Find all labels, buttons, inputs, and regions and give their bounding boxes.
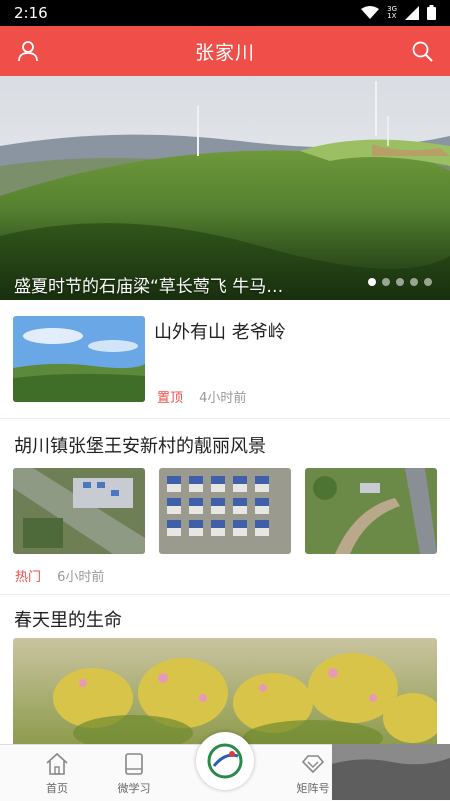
tab-home[interactable]: 首页 bbox=[22, 751, 92, 796]
network-label: 3G 1X bbox=[387, 4, 397, 20]
article-title[interactable]: 胡川镇张堡王安新村的靓丽风景 bbox=[14, 432, 266, 458]
status-bar: 2:16 3G 1X bbox=[0, 0, 450, 26]
article-time: 6小时前 bbox=[57, 570, 105, 585]
carousel-dot bbox=[424, 278, 432, 286]
article-title[interactable]: 春天里的生命 bbox=[14, 606, 122, 632]
status-time: 2:16 bbox=[14, 4, 48, 22]
banner-caption[interactable]: 盛夏时节的石庙梁“草长莺飞 牛马… bbox=[14, 272, 283, 297]
article-tag: 热门 bbox=[15, 570, 42, 585]
wifi-icon bbox=[361, 5, 380, 19]
home-icon bbox=[46, 752, 68, 775]
carousel-dot bbox=[368, 278, 376, 286]
app-logo-icon bbox=[207, 743, 243, 779]
article-card[interactable]: 山外有山 老爷岭 置顶 4小时前 bbox=[0, 300, 450, 419]
article-thumbnail bbox=[13, 316, 145, 402]
article-thumbnail bbox=[159, 468, 291, 554]
article-card[interactable]: 胡川镇张堡王安新村的靓丽风景 热门 6小时前 bbox=[0, 418, 450, 595]
article-thumbnail bbox=[13, 468, 145, 554]
tab-label: 矩阵号 bbox=[296, 782, 330, 795]
page-title: 张家川 bbox=[194, 42, 255, 64]
carousel-dot bbox=[410, 278, 418, 286]
book-icon bbox=[125, 753, 143, 775]
tab-label: 首页 bbox=[46, 782, 68, 795]
tab-micro-learning[interactable]: 微学习 bbox=[99, 751, 169, 796]
floating-image[interactable] bbox=[332, 744, 450, 800]
article-card[interactable]: 春天里的生命 bbox=[0, 594, 450, 748]
article-thumbnail bbox=[305, 468, 437, 554]
banner-image bbox=[0, 76, 450, 300]
article-meta: 置顶 4小时前 bbox=[157, 387, 246, 406]
app-header: 张家川 bbox=[0, 26, 450, 76]
carousel-dot bbox=[382, 278, 390, 286]
carousel-dot bbox=[396, 278, 404, 286]
article-tag: 置顶 bbox=[157, 391, 184, 406]
carousel-indicator bbox=[368, 278, 432, 286]
article-title[interactable]: 山外有山 老爷岭 bbox=[154, 318, 286, 344]
status-icons: 3G 1X bbox=[361, 5, 436, 20]
search-icon[interactable] bbox=[410, 39, 434, 63]
center-app-button[interactable] bbox=[196, 732, 254, 790]
battery-icon bbox=[427, 5, 436, 20]
article-time: 4小时前 bbox=[199, 391, 247, 406]
banner-carousel[interactable]: 盛夏时节的石庙梁“草长莺飞 牛马… bbox=[0, 76, 450, 300]
diamond-icon bbox=[301, 755, 325, 774]
tab-label: 微学习 bbox=[117, 782, 151, 795]
signal-icon bbox=[405, 5, 419, 20]
article-meta: 热门 6小时前 bbox=[15, 566, 104, 585]
